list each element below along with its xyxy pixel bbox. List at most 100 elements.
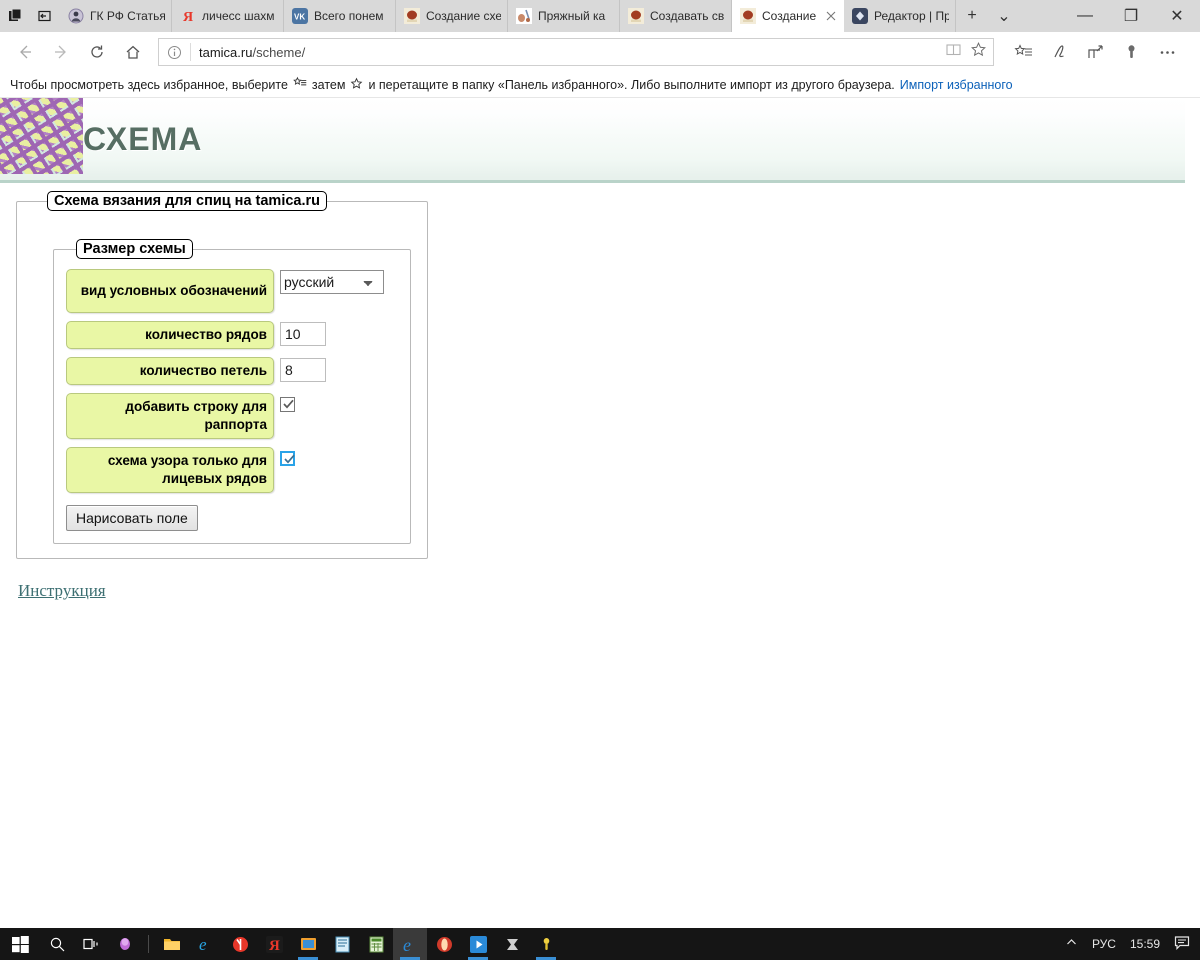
maximize-button[interactable]: ❐ [1108, 0, 1154, 32]
star-icon[interactable] [970, 41, 987, 63]
notation-select[interactable]: русский [280, 270, 384, 294]
set-aside-tabs-icon[interactable] [30, 0, 60, 32]
show-hidden-icons-icon[interactable] [1065, 936, 1078, 952]
browser-window: ГК РФ Статья Я личесс шахм VK Всего поне… [0, 0, 1200, 928]
check-icon [284, 454, 295, 464]
vk-icon: VK [292, 8, 308, 24]
inner-legend: Размер схемы [76, 239, 193, 259]
star-icon [350, 77, 363, 93]
site-header: СХЕМА [0, 98, 1185, 183]
task-view-icon[interactable] [74, 928, 108, 960]
field-row-rows: количество рядов [66, 321, 400, 349]
internet-explorer-icon[interactable]: e [189, 928, 223, 960]
svg-text:e: e [199, 935, 207, 953]
control-stitches [280, 357, 326, 382]
home-icon[interactable] [116, 35, 150, 69]
more-icon[interactable] [1150, 35, 1184, 69]
favorites-bar: Чтобы просмотреть здесь избранное, выбер… [0, 72, 1200, 98]
opera-icon[interactable] [427, 928, 461, 960]
flashlight-icon[interactable] [529, 928, 563, 960]
yandex-icon: Я [180, 8, 196, 25]
yandex-browser-icon[interactable] [223, 928, 257, 960]
close-button[interactable]: ✕ [1154, 0, 1200, 32]
search-icon[interactable] [40, 928, 74, 960]
clock[interactable]: 15:59 [1130, 937, 1160, 951]
svg-text:e: e [403, 935, 411, 954]
rapport-checkbox[interactable] [280, 397, 295, 412]
yarn-icon [404, 8, 420, 24]
forward-arrow-icon[interactable] [44, 35, 78, 69]
rows-input[interactable] [280, 322, 326, 346]
tab-title: Создание схе [426, 9, 501, 23]
svg-text:Я: Я [269, 938, 280, 953]
browser-tab[interactable]: Я личесс шахм [172, 0, 284, 32]
address-actions [945, 41, 987, 63]
close-icon[interactable] [824, 9, 838, 23]
reading-list-icon [293, 76, 307, 93]
outer-legend: Схема вязания для спиц на tamica.ru [47, 191, 328, 211]
windows-start-icon[interactable] [0, 928, 40, 960]
media-player-icon[interactable] [461, 928, 495, 960]
control-rows [280, 321, 326, 346]
favbar-text-before: Чтобы просмотреть здесь избранное, выбер… [10, 77, 288, 92]
draw-field-button[interactable]: Нарисовать поле [66, 505, 198, 531]
tab-title: Всего понем [314, 9, 384, 23]
editor-icon [852, 8, 868, 24]
notepad-icon[interactable] [325, 928, 359, 960]
cortana-icon[interactable] [108, 928, 142, 960]
knitting-pattern-logo [0, 98, 83, 174]
tab-title: Редактор | Пр [874, 9, 949, 23]
system-tray: РУС 15:59 [1065, 935, 1200, 954]
page-title: СХЕМА [83, 120, 203, 157]
edge-icon[interactable]: e [393, 928, 427, 960]
flashlight-icon[interactable] [1114, 35, 1148, 69]
info-icon[interactable] [167, 45, 182, 60]
favbar-text-after: и перетащите в папку «Панель избранного»… [368, 77, 895, 92]
import-favorites-link[interactable]: Импорт избранного [900, 78, 1013, 92]
language-indicator[interactable]: РУС [1092, 937, 1116, 951]
browser-tab[interactable]: ГК РФ Статья [60, 0, 172, 32]
file-explorer-icon[interactable] [155, 928, 189, 960]
minimize-button[interactable]: — [1062, 0, 1108, 32]
reading-view-icon[interactable] [945, 41, 962, 63]
tab-title: Создавать св [650, 9, 725, 23]
reading-list-icon[interactable] [1006, 35, 1040, 69]
back-arrow-icon[interactable] [8, 35, 42, 69]
windows-taskbar: e Я e РУС 15:59 [0, 928, 1200, 960]
chevron-down-icon[interactable]: ⌄ [988, 0, 1020, 32]
label-rows: количество рядов [66, 321, 274, 349]
action-center-icon[interactable] [1174, 935, 1190, 954]
scheme-outer-fieldset: Схема вязания для спиц на tamica.ru Разм… [16, 191, 428, 559]
browser-tab[interactable]: Создавать св [620, 0, 732, 32]
label-rapport: добавить строку для раппорта [66, 393, 274, 439]
browser-tab[interactable]: Создание схе [396, 0, 508, 32]
front-rows-checkbox[interactable] [280, 451, 295, 466]
browser-tab-active[interactable]: Создание [732, 0, 844, 32]
calc-icon[interactable] [359, 928, 393, 960]
share-icon[interactable] [1078, 35, 1112, 69]
field-row-stitches: количество петель [66, 357, 400, 385]
label-notation: вид условных обозначений [66, 269, 274, 313]
tab-title: Пряжный ка [538, 9, 606, 23]
tab-stack-icon[interactable] [0, 0, 30, 32]
scanner-icon[interactable] [495, 928, 529, 960]
field-row-front-rows: схема узора только для лицевых рядов [66, 447, 400, 493]
browser-tab[interactable]: Редактор | Пр [844, 0, 956, 32]
notes-pen-icon[interactable] [1042, 35, 1076, 69]
address-bar[interactable]: tamica.ru/scheme/ [158, 38, 994, 66]
yandex-icon[interactable]: Я [257, 928, 291, 960]
stitches-input[interactable] [280, 358, 326, 382]
label-stitches: количество петель [66, 357, 274, 385]
control-notation: русский [280, 269, 384, 294]
scheme-size-fieldset: Размер схемы вид условных обозначений ру… [53, 239, 411, 544]
browser-tab[interactable]: Пряжный ка [508, 0, 620, 32]
refresh-icon[interactable] [80, 35, 114, 69]
navigation-bar: tamica.ru/scheme/ [0, 32, 1200, 72]
knit-icon [516, 8, 532, 24]
browser-tab[interactable]: VK Всего понем [284, 0, 396, 32]
photo-viewer-icon[interactable] [291, 928, 325, 960]
new-tab-button[interactable]: + [956, 0, 988, 32]
check-icon [283, 399, 294, 409]
instruction-link[interactable]: Инструкция [18, 581, 106, 601]
tab-title: Создание [762, 9, 817, 23]
